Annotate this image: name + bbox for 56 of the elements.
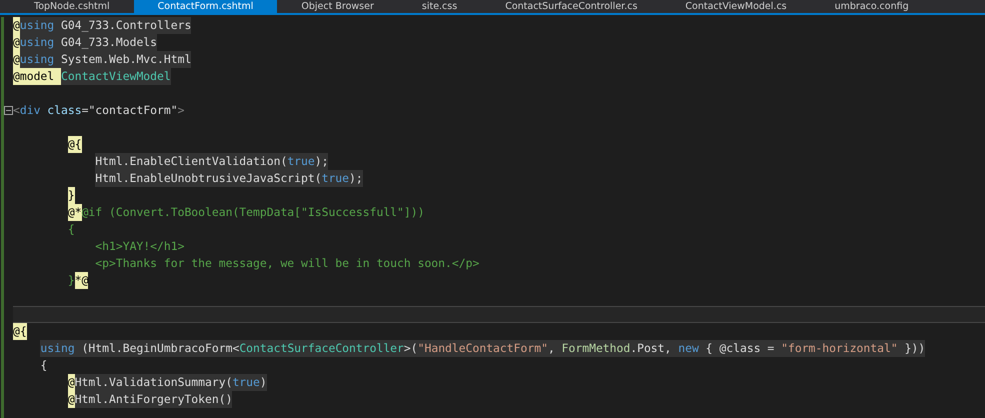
code-token: Html.EnableClientValidation( <box>95 153 288 170</box>
code-token: using <box>40 340 75 357</box>
code-token: G04_733.Models <box>54 34 158 51</box>
code-token: @model <box>13 68 62 85</box>
code-token: Html.EnableUnobtrusiveJavaScript( <box>95 170 322 187</box>
document-tab[interactable]: ContactForm.cshtml <box>134 0 278 13</box>
code-token: @{ <box>68 136 82 153</box>
document-tab[interactable]: site.css <box>398 0 482 13</box>
code-token: > <box>178 102 184 119</box>
code-token: Html.AntiForgeryToken() <box>74 391 232 408</box>
document-tab[interactable]: umbraco.config <box>810 0 933 13</box>
code-token: using <box>20 17 54 34</box>
document-tab[interactable]: ContactSurfaceController.cs <box>481 0 662 13</box>
code-token: true <box>322 170 350 187</box>
code-token: "form-horizontal" <box>781 340 898 357</box>
code-token: true <box>232 374 260 391</box>
code-token: } <box>68 272 75 289</box>
code-token: ContactSurfaceController <box>239 340 404 357</box>
code-token: < <box>13 102 20 119</box>
code-token: System.Web.Mvc.Html <box>54 51 192 68</box>
code-token: ); <box>314 153 328 170</box>
code-token: .Post, <box>630 340 678 357</box>
code-token: @ <box>68 374 75 391</box>
code-token: ); <box>349 170 363 187</box>
code-token: (Html.BeginUmbracoForm< <box>74 340 240 357</box>
document-tab[interactable]: TopNode.cshtml <box>0 0 134 13</box>
code-token: { @class = <box>698 340 782 357</box>
code-token: })) <box>898 340 926 357</box>
code-token: { <box>40 357 48 374</box>
document-tab[interactable]: ContactViewModel.cs <box>661 0 811 13</box>
code-token: @ <box>13 17 20 34</box>
code-token: G04_733.Controllers <box>54 17 192 34</box>
code-token: Html.ValidationSummary( <box>74 374 232 391</box>
code-token: { <box>68 221 75 238</box>
document-tab[interactable]: Object Browser <box>277 0 398 13</box>
code-token: >( <box>404 340 418 357</box>
code-token: <h1>YAY!</h1> <box>95 238 184 255</box>
code-token: using <box>20 51 54 68</box>
code-token: <p>Thanks for the message, we will be in touch soon.</p> <box>95 255 480 272</box>
code-token: @ <box>68 391 75 408</box>
code-token: new <box>678 340 699 357</box>
collapse-icon[interactable] <box>4 106 13 115</box>
code-token: true <box>287 153 315 170</box>
code-token: using <box>20 34 54 51</box>
code-token: "HandleContactForm" <box>418 340 548 357</box>
code-token: @ <box>13 51 20 68</box>
code-token: ContactViewModel <box>61 68 171 85</box>
code-token: ="contactForm" <box>82 102 178 119</box>
code-token: class <box>46 102 82 119</box>
code-token: @ <box>13 34 20 51</box>
code-token: , <box>548 340 562 357</box>
code-token: @{ <box>13 323 27 340</box>
code-token: div <box>20 102 40 119</box>
code-token: } <box>68 187 75 204</box>
code-token: FormMethod <box>562 340 630 357</box>
code-token: @* <box>68 204 82 221</box>
